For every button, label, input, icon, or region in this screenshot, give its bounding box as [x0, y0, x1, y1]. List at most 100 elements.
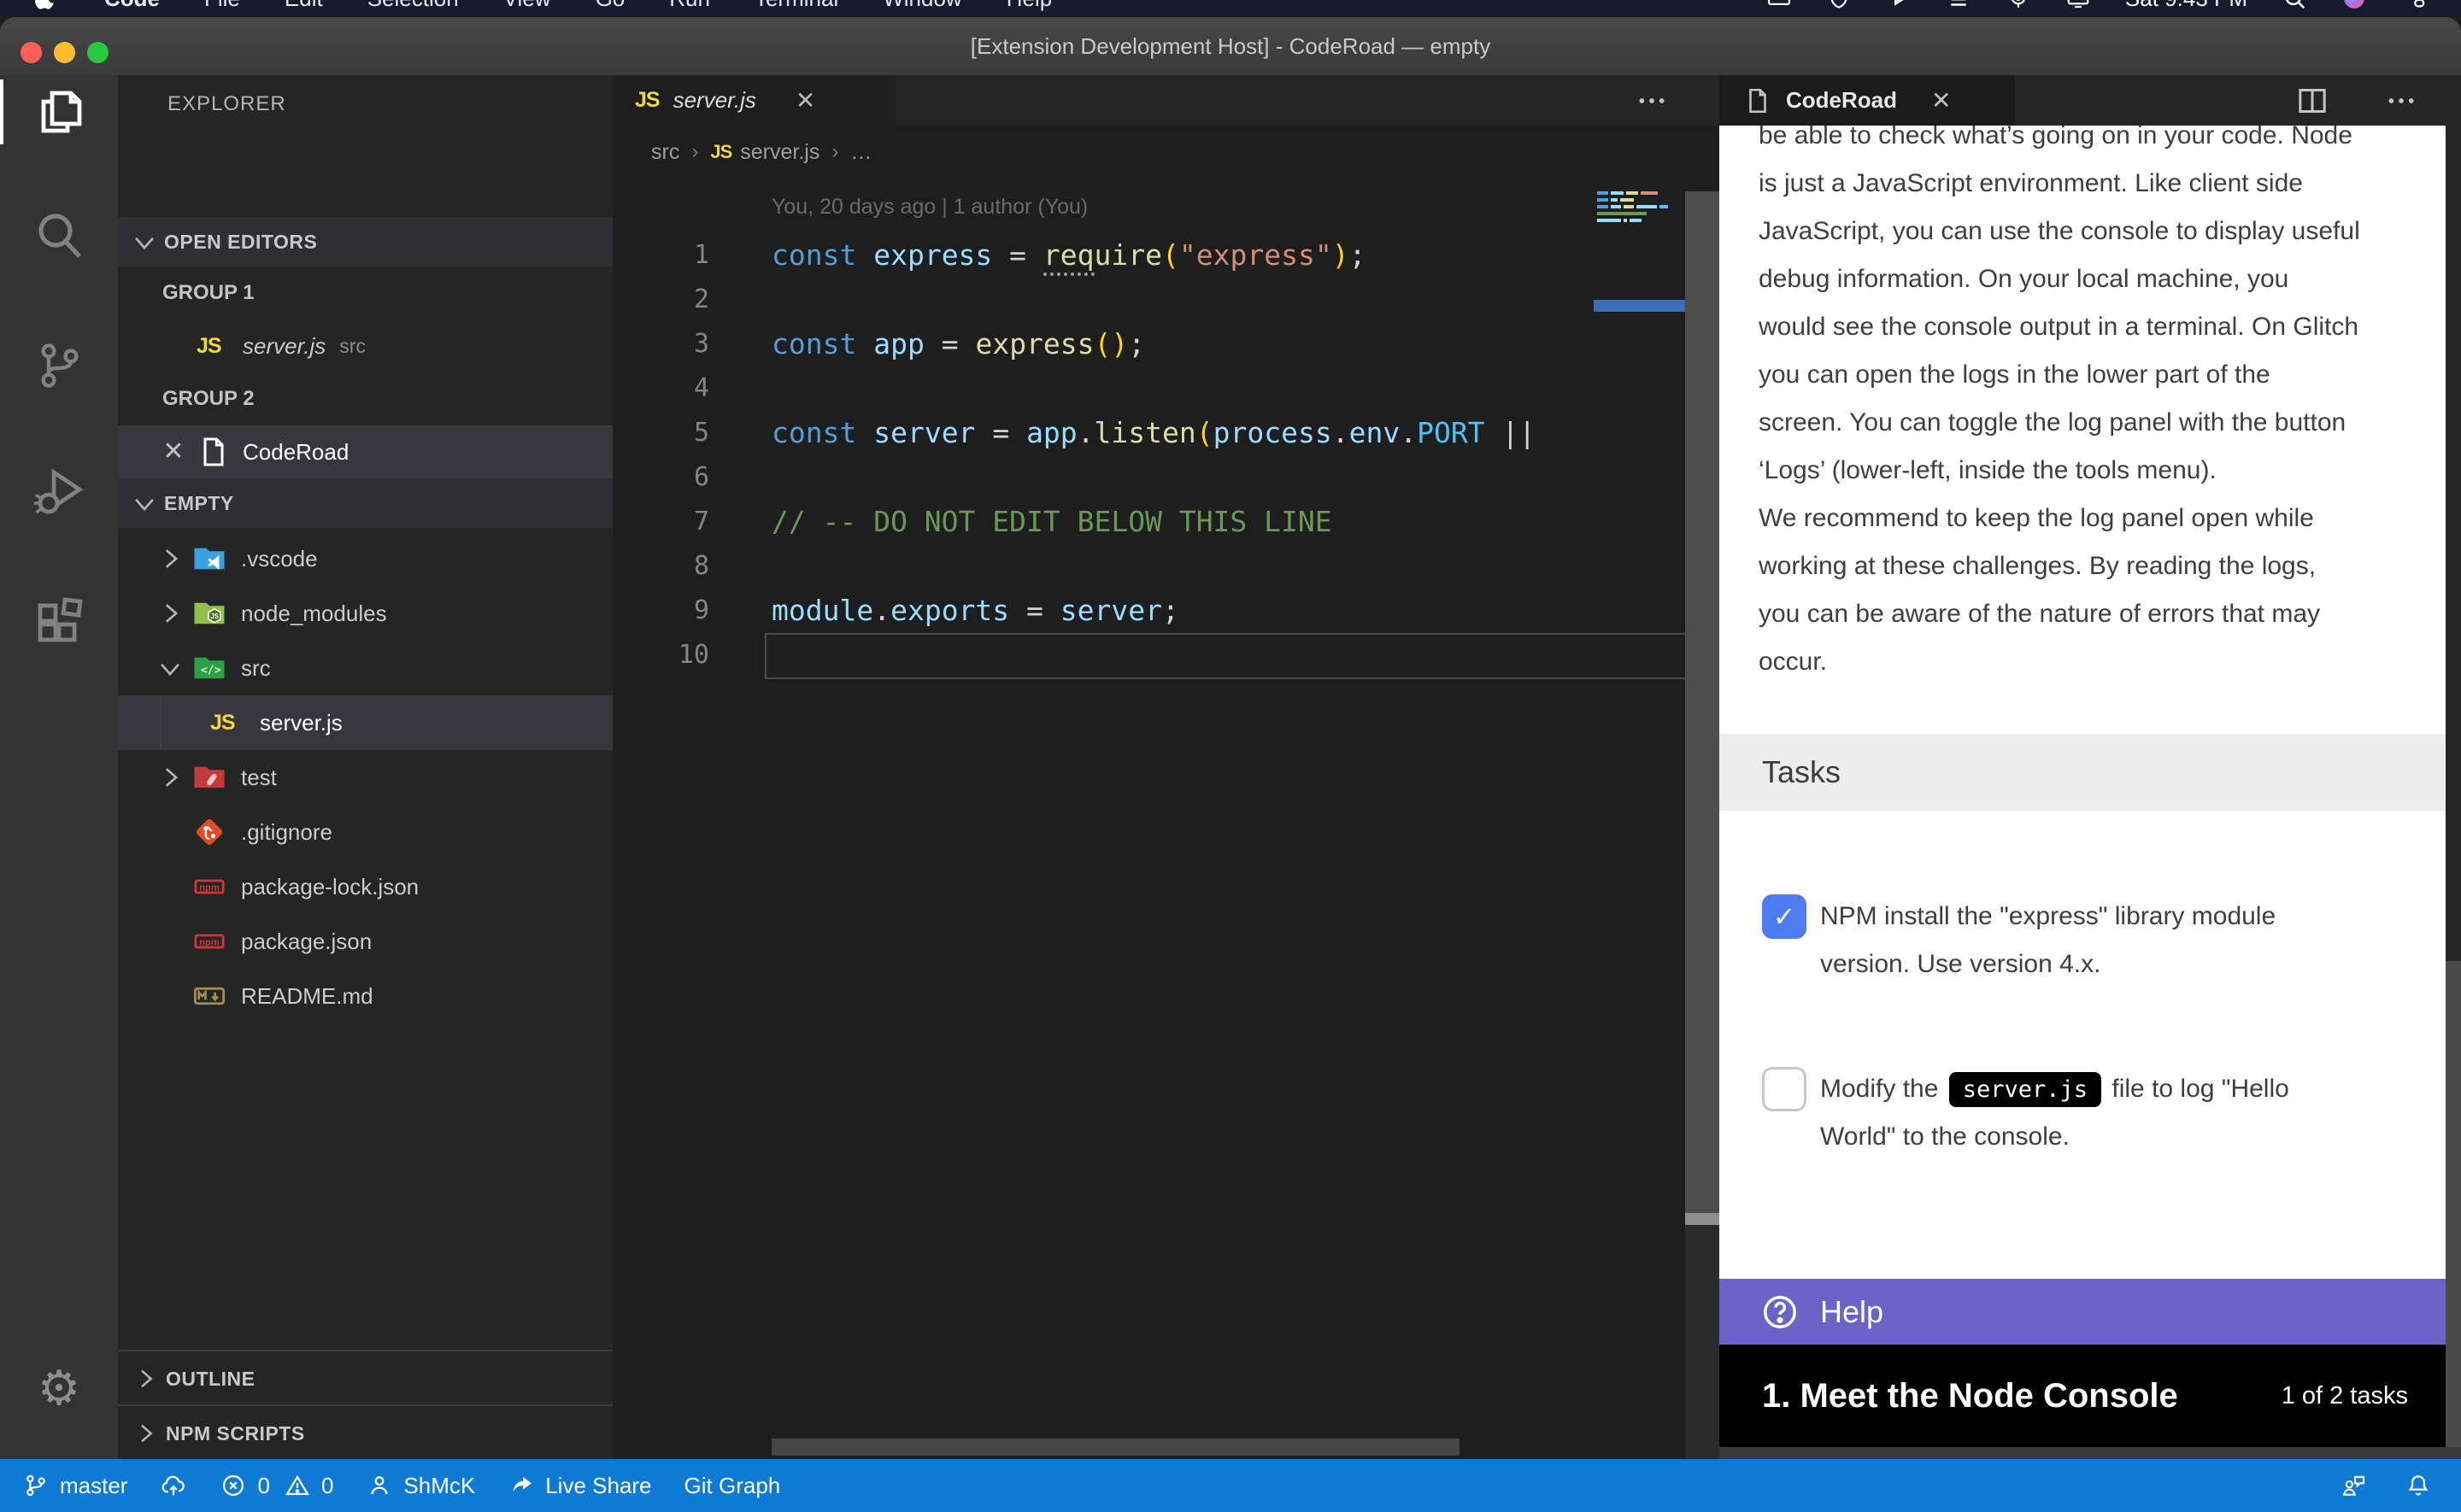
- menu-item-file[interactable]: File: [204, 0, 240, 12]
- tree-item-src[interactable]: </>src: [118, 641, 613, 695]
- shield-icon[interactable]: [1826, 0, 1852, 11]
- play-icon[interactable]: [1886, 0, 1912, 11]
- apple-icon[interactable]: [34, 0, 60, 11]
- menu-item-help[interactable]: Help: [1007, 0, 1052, 12]
- status-errors[interactable]: 0: [220, 1472, 269, 1499]
- lesson-text-line: you can be aware of the nature of errors…: [1759, 590, 2360, 638]
- menu-item-view[interactable]: View: [503, 0, 551, 12]
- tab-coderoad[interactable]: CodeRoad ✕: [1719, 75, 2015, 126]
- open-editor-item-CodeRoad[interactable]: ✕ CodeRoad: [118, 425, 613, 478]
- status-warnings[interactable]: 0: [284, 1472, 333, 1499]
- editor-more-actions-icon[interactable]: [1630, 84, 1674, 118]
- open-editor-detail: src: [339, 335, 366, 358]
- branch-icon: [22, 1472, 50, 1499]
- activity-item-extensions[interactable]: [32, 595, 86, 650]
- status-account[interactable]: ShMcK: [366, 1472, 475, 1499]
- status-publish[interactable]: [160, 1472, 187, 1499]
- section-label: NPM SCRIPTS: [166, 1422, 305, 1445]
- tree-item--gitignore[interactable]: .gitignore: [118, 805, 613, 859]
- control-center-icon[interactable]: [2401, 0, 2427, 11]
- code-line-9[interactable]: module.exports = server;: [772, 589, 1179, 633]
- activity-item-run-debug[interactable]: [32, 464, 86, 519]
- spotlight-icon[interactable]: [2282, 0, 2307, 11]
- menu-status-icons: Sat 9:43 PM: [1766, 0, 2427, 12]
- section-empty-folder[interactable]: EMPTY: [118, 478, 613, 528]
- tree-item-label: package.json: [241, 929, 372, 955]
- breadcrumb-separator: ›: [831, 140, 838, 164]
- menu-item-window[interactable]: Window: [883, 0, 961, 12]
- tree-item-node_modules[interactable]: JSnode_modules: [118, 586, 613, 641]
- activity-item-source-control[interactable]: [32, 338, 86, 393]
- status-git-branch[interactable]: master: [22, 1472, 127, 1499]
- lesson-footer[interactable]: 1. Meet the Node Console 1 of 2 tasks: [1719, 1345, 2446, 1447]
- svg-text:npm: npm: [199, 883, 220, 894]
- npm-icon: npm: [191, 869, 227, 905]
- section-outline[interactable]: OUTLINE: [118, 1350, 613, 1406]
- menu-item-run[interactable]: Run: [669, 0, 710, 12]
- section-npm-scripts[interactable]: NPM SCRIPTS: [118, 1404, 613, 1461]
- menu-item-terminal[interactable]: Terminal: [755, 0, 838, 12]
- editor-scrollbar-track[interactable]: [1685, 191, 1719, 1213]
- split-editor-icon[interactable]: [2294, 84, 2331, 118]
- open-editor-label: CodeRoad: [243, 439, 349, 466]
- display-icon[interactable]: [2065, 0, 2091, 11]
- menu-item-selection[interactable]: Selection: [367, 0, 459, 12]
- live-share-icon: [508, 1472, 535, 1499]
- bell-icon: [2405, 1472, 2432, 1499]
- breadcrumb-item-more[interactable]: …: [850, 140, 872, 165]
- tree-item-test[interactable]: test: [118, 750, 613, 805]
- tree-item-server-js[interactable]: JSserver.js: [118, 695, 613, 750]
- editor-scrollbar-thumb[interactable]: [1685, 1213, 1719, 1225]
- status-live-share[interactable]: Live Share: [508, 1472, 651, 1499]
- js-file-icon: JS: [197, 329, 231, 363]
- breadcrumb[interactable]: src›JSserver.js›…: [613, 126, 872, 179]
- horizontal-scrollbar-thumb[interactable]: [772, 1439, 1460, 1456]
- keyboard-icon[interactable]: [1766, 0, 1792, 11]
- settings-gear-icon[interactable]: ⚙: [32, 1362, 86, 1416]
- code-line-1[interactable]: const express = require("express");: [772, 233, 1366, 278]
- tree-item-package-json[interactable]: npmpackage.json: [118, 914, 613, 969]
- section-open-editors[interactable]: OPEN EDITORS: [118, 217, 613, 267]
- task-checkbox-checked[interactable]: ✓: [1762, 894, 1806, 939]
- status-notifications[interactable]: [2405, 1472, 2432, 1499]
- webview-scrollbar-thumb[interactable]: [2446, 126, 2461, 961]
- open-editor-item-server-js[interactable]: JSserver.jssrc: [118, 319, 613, 372]
- menu-item-code[interactable]: Code: [104, 0, 160, 12]
- tree-item-label: README.md: [241, 983, 373, 1010]
- code-line-3[interactable]: const app = express();: [772, 322, 1145, 366]
- eject-icon[interactable]: [1946, 0, 1971, 11]
- chevron-down-icon: [130, 227, 159, 256]
- tree-item-package-lock-json[interactable]: npmpackage-lock.json: [118, 859, 613, 914]
- tab-server-js[interactable]: JS server.js ✕: [613, 75, 896, 126]
- minimap[interactable]: [1594, 191, 1685, 448]
- panel-more-actions-icon[interactable]: [2382, 84, 2420, 118]
- tab-close-icon[interactable]: ✕: [796, 86, 815, 114]
- task-checkbox-unchecked[interactable]: [1762, 1067, 1806, 1111]
- activity-item-explorer[interactable]: [32, 85, 86, 139]
- lesson-text-line: working at these challenges. By reading …: [1759, 542, 2360, 590]
- code-line-7[interactable]: // -- DO NOT EDIT BELOW THIS LINE: [772, 500, 1332, 544]
- siri-icon[interactable]: [2341, 0, 2367, 11]
- activity-item-search[interactable]: [32, 208, 86, 263]
- lesson-text-line: debug information. On your local machine…: [1759, 255, 2360, 303]
- status-feedback[interactable]: [2340, 1472, 2367, 1499]
- breadcrumb-item-src[interactable]: src: [651, 140, 679, 165]
- status-label: 0: [257, 1473, 269, 1499]
- task-text-line: Modify the server.js file to log "Hello: [1820, 1065, 2289, 1113]
- help-button[interactable]: Help: [1719, 1279, 2446, 1345]
- tree-item-README-md[interactable]: README.md: [118, 969, 613, 1023]
- code-line-5[interactable]: const server = app.listen(process.env.PO…: [772, 411, 1536, 455]
- panel-bottom-strip: [1719, 1447, 2461, 1459]
- status-git-graph[interactable]: Git Graph: [684, 1473, 781, 1499]
- menu-item-edit[interactable]: Edit: [285, 0, 323, 12]
- tab-close-icon[interactable]: ✕: [1931, 86, 1951, 114]
- breadcrumb-item-server-js[interactable]: JSserver.js: [710, 140, 819, 165]
- lesson-title: 1. Meet the Node Console: [1762, 1377, 2178, 1415]
- close-icon[interactable]: ✕: [159, 437, 188, 466]
- lesson-text-line: be able to check what’s going on in your…: [1759, 126, 2360, 160]
- mic-icon[interactable]: [2006, 0, 2031, 11]
- menu-clock[interactable]: Sat 9:43 PM: [2125, 0, 2247, 12]
- menu-item-go[interactable]: Go: [596, 0, 626, 12]
- error-icon: [220, 1472, 247, 1499]
- tree-item--vscode[interactable]: .vscode: [118, 531, 613, 586]
